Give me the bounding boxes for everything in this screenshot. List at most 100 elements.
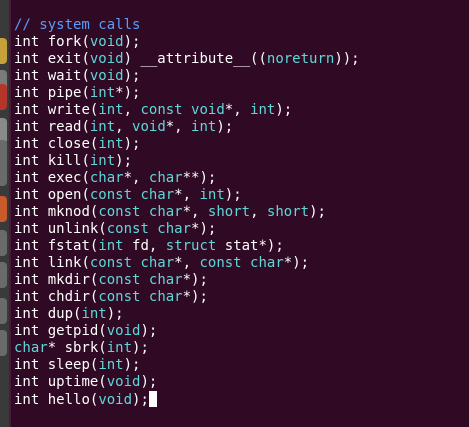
code-token: ); [123, 68, 141, 84]
code-token: int [14, 136, 40, 152]
code-line: int link(const char*, const char*); [14, 255, 360, 272]
code-token: ); [140, 374, 158, 390]
code-token: const char [199, 255, 284, 271]
launcher-icon-8[interactable] [0, 230, 7, 256]
launcher-icon-6[interactable] [0, 160, 7, 186]
code-token: int [14, 170, 40, 186]
code-token: sleep( [39, 357, 99, 373]
code-token: const char [106, 221, 192, 237]
code-token: link( [39, 255, 90, 271]
launcher-icon-11[interactable] [0, 330, 7, 356]
code-token: int [14, 272, 40, 288]
code-token: *, [174, 255, 200, 271]
launcher-icon-10[interactable] [0, 298, 7, 324]
launcher-sidebar [0, 0, 9, 427]
code-line: int kill(int); [14, 153, 360, 170]
code-token: const char [98, 289, 183, 305]
code-token: void [106, 374, 141, 390]
code-editor[interactable]: // system calls int fork(void); int exit(v… [14, 17, 360, 408]
text-cursor [148, 391, 157, 407]
code-token: *); [115, 85, 141, 101]
code-token: stat*); [216, 238, 284, 254]
code-line: // system calls [14, 17, 360, 34]
code-token: *, [165, 119, 192, 135]
code-line: int uptime(void); [14, 374, 360, 391]
code-token: int [106, 340, 133, 356]
code-token: char [148, 170, 183, 186]
terminal-pane[interactable]: // system calls int fork(void); int exit(v… [9, 0, 469, 427]
code-line: int fork(void); [14, 34, 360, 51]
code-token: int [14, 221, 40, 237]
code-token: mknod( [39, 204, 99, 220]
code-token: *, [182, 204, 208, 220]
terminal-window: // system calls int fork(void); int exit(v… [0, 0, 469, 427]
code-line: int fstat(int fd, struct stat*); [14, 238, 360, 255]
code-token: ); [216, 119, 234, 135]
code-token: fork( [39, 34, 90, 50]
code-token: *, [224, 102, 251, 118]
code-token: void [89, 34, 124, 50]
code-token: , [250, 204, 267, 220]
code-token: void [89, 68, 124, 84]
code-token: short [266, 204, 310, 220]
code-token: kill( [39, 153, 90, 169]
launcher-icon-7[interactable] [0, 196, 7, 222]
code-token: unlink( [39, 221, 107, 237]
code-token: int [14, 34, 40, 50]
code-line: int sleep(int); [14, 357, 360, 374]
code-token: // system calls [14, 17, 141, 33]
code-token: int [14, 255, 40, 271]
code-token: int [81, 306, 107, 322]
code-token: int [14, 204, 40, 220]
code-token: *, [123, 170, 149, 186]
code-token: *); [182, 272, 208, 288]
code-token: int [98, 238, 124, 254]
code-token: const char [89, 255, 175, 271]
code-token: dup( [39, 306, 82, 322]
code-token: getpid( [39, 323, 107, 339]
code-line: int mknod(const char*, short, short); [14, 204, 360, 221]
code-token: *); [182, 289, 208, 305]
code-token: void [106, 323, 141, 339]
code-token: write( [39, 102, 99, 118]
code-line: int close(int); [14, 136, 360, 153]
code-token: int [14, 289, 40, 305]
code-token: ); [140, 323, 158, 339]
code-token: char [14, 340, 48, 356]
code-token: ); [123, 136, 141, 152]
launcher-icon-1[interactable] [0, 38, 7, 64]
code-token: void [132, 119, 166, 135]
code-token: ); [123, 34, 141, 50]
code-token: int [98, 102, 124, 118]
code-token: int [89, 153, 116, 169]
code-line: int getpid(void); [14, 323, 360, 340]
code-line: int mkdir(const char*); [14, 272, 360, 289]
code-token: int [14, 323, 40, 339]
code-token: ) __attribute__(( [123, 51, 267, 67]
code-token: int [199, 187, 225, 203]
code-line: int read(int, void*, int); [14, 119, 360, 136]
code-line: int unlink(const char*); [14, 221, 360, 238]
launcher-icon-3[interactable] [0, 84, 7, 110]
code-token: int [250, 102, 276, 118]
code-token: int [14, 238, 40, 254]
code-token: wait( [39, 68, 90, 84]
code-token: ); [309, 204, 326, 220]
code-token: int [14, 119, 40, 135]
code-token: int [14, 357, 40, 373]
code-token: int [14, 306, 40, 322]
code-line: int pipe(int*); [14, 85, 360, 102]
code-token: int [191, 119, 217, 135]
code-token: const char [98, 272, 183, 288]
code-token: chdir( [39, 289, 99, 305]
code-token: open( [39, 187, 90, 203]
code-token: fd, [123, 238, 166, 254]
code-line: char* sbrk(int); [14, 340, 360, 357]
code-token: void [89, 51, 124, 67]
code-line: int wait(void); [14, 68, 360, 85]
launcher-icon-9[interactable] [0, 262, 7, 288]
code-token: fstat( [39, 238, 99, 254]
code-line: int exit(void) __attribute__((noreturn))… [14, 51, 360, 68]
code-line: int open(const char*, int); [14, 187, 360, 204]
code-line: int chdir(const char*); [14, 289, 360, 306]
